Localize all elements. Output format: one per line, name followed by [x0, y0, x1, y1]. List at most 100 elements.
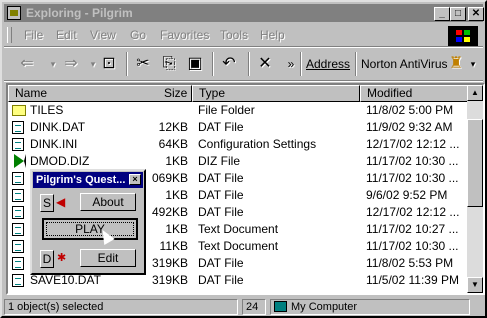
scroll-down-arrow-icon[interactable]: ▼	[467, 277, 483, 293]
file-icon	[12, 257, 24, 270]
file-type: Configuration Settings	[198, 137, 317, 151]
scroll-thumb[interactable]	[467, 119, 483, 207]
menu-favorites[interactable]: Favorites	[160, 28, 209, 42]
file-type: DAT File	[198, 171, 244, 185]
window-title: Exploring - Pilgrim	[26, 6, 133, 20]
file-type: DAT File	[198, 188, 244, 202]
file-icon	[12, 172, 24, 185]
cut-icon[interactable]: ✂	[132, 54, 154, 74]
status-bar: 1 object(s) selected 24 My Computer	[4, 298, 483, 316]
menu-go[interactable]: Go	[130, 28, 146, 42]
launcher-title-bar[interactable]: Pilgrim's Quest... ×	[33, 172, 143, 188]
file-size: 1KB	[165, 154, 188, 168]
file-name: DINK.INI	[30, 137, 78, 151]
file-row[interactable]: DINK.DAT 12KB DAT File 11/9/02 9:32 AM	[8, 119, 468, 136]
file-type: DAT File	[198, 120, 244, 134]
file-type: Text Document	[198, 222, 279, 236]
menu-help[interactable]: Help	[260, 28, 285, 42]
executable-icon	[14, 154, 26, 168]
up-folder-icon[interactable]: ⊡	[98, 54, 120, 74]
delete-icon[interactable]: ✕	[254, 54, 276, 74]
undo-icon[interactable]: ↶	[218, 54, 240, 74]
address-bar-label[interactable]: Address	[306, 57, 350, 71]
file-type: Text Document	[198, 239, 279, 253]
menu-tools[interactable]: Tools	[220, 28, 248, 42]
debug-icon: ✱	[57, 252, 67, 264]
debug-toggle-button[interactable]: D	[40, 250, 54, 268]
file-size: 069KB	[151, 171, 188, 185]
copy-icon[interactable]: ⎘	[158, 54, 180, 74]
file-modified: 11/8/02 5:00 PM	[366, 103, 454, 117]
status-selected: 1 object(s) selected	[4, 299, 238, 315]
menu-view[interactable]: View	[90, 28, 116, 42]
file-size: 1KB	[165, 188, 188, 202]
launcher-title: Pilgrim's Quest...	[36, 174, 126, 186]
maximize-button[interactable]: □	[450, 7, 466, 21]
back-arrow-icon[interactable]: ⇐	[16, 54, 38, 74]
my-computer-icon	[274, 301, 287, 312]
toolbar-separator-bottom	[4, 80, 483, 82]
file-modified: 11/17/02 10:30 ...	[366, 154, 459, 168]
file-size: 319KB	[151, 256, 188, 270]
file-row[interactable]: DINK.INI 64KB Configuration Settings 12/17/…	[8, 136, 468, 153]
file-modified: 12/17/02 12:12 ...	[366, 137, 460, 151]
file-type: DAT File	[198, 205, 244, 219]
status-location: My Computer	[270, 299, 470, 315]
file-modified: 11/8/02 5:53 PM	[366, 256, 454, 270]
toolbar-separator	[126, 52, 128, 76]
file-name: DINK.DAT	[30, 120, 86, 134]
toolbar-separator	[300, 52, 302, 76]
toolbar-separator	[248, 52, 250, 76]
norton-antivirus-button[interactable]: Norton AntiVirus	[361, 57, 448, 71]
toolbar-more-chevron[interactable]: »	[280, 54, 302, 74]
file-modified: 11/17/02 10:30 ...	[366, 171, 459, 185]
play-button[interactable]: PLAY	[42, 218, 138, 240]
file-size: 319KB	[151, 273, 188, 287]
file-modified: 11/17/02 10:30 ...	[366, 239, 459, 253]
forward-arrow-icon[interactable]: ⇒	[60, 54, 82, 74]
file-name: TILES	[30, 103, 64, 117]
file-icon	[12, 223, 24, 236]
file-size: 12KB	[158, 120, 188, 134]
paste-icon[interactable]: ▣	[184, 54, 206, 74]
column-header-modified[interactable]: Modified	[360, 85, 468, 102]
file-modified: 11/17/02 10:27 ...	[366, 222, 459, 236]
norton-dropdown-icon[interactable]: ▾	[462, 54, 484, 74]
pilgrims-quest-launcher: Pilgrim's Quest... × S ◀ About PLAY D ✱ …	[30, 169, 146, 275]
file-size: 1KB	[165, 222, 188, 236]
file-size: 492KB	[151, 205, 188, 219]
sound-toggle-button[interactable]: S	[40, 194, 54, 212]
toolbar: ⇐ ▾ ⇒ ▾ ⊡ ✂ ⎘ ▣ ↶ ✕ » Address Norton Ant…	[4, 48, 483, 80]
folder-icon	[12, 105, 26, 116]
windows-logo	[448, 26, 478, 46]
menu-file[interactable]: File	[24, 28, 43, 42]
file-icon	[12, 189, 24, 202]
column-header-type[interactable]: Type	[192, 85, 360, 102]
file-icon	[12, 274, 24, 287]
edit-button[interactable]: Edit	[80, 249, 136, 267]
file-modified: 11/9/02 9:32 AM	[366, 120, 453, 134]
file-icon	[12, 138, 24, 151]
file-icon	[12, 121, 24, 134]
menu-grip[interactable]	[7, 27, 12, 43]
launcher-close-button[interactable]: ×	[129, 174, 141, 185]
minimize-button[interactable]: _	[434, 7, 450, 21]
toolbar-separator	[212, 52, 214, 76]
vertical-scrollbar[interactable]: ▲ ▼	[467, 85, 483, 293]
file-modified: 12/17/02 12:12 ...	[366, 205, 460, 219]
file-row[interactable]: TILES File Folder 11/8/02 5:00 PM	[8, 102, 468, 119]
title-bar[interactable]: Exploring - Pilgrim _ □ ✕	[4, 4, 484, 22]
file-modified: 11/5/02 11:39 PM	[366, 273, 459, 287]
file-size: 11KB	[159, 239, 188, 253]
about-button[interactable]: About	[80, 193, 136, 211]
file-row[interactable]: DMOD.DIZ 1KB DIZ File 11/17/02 10:30 ...	[8, 153, 468, 170]
speaker-icon: ◀	[56, 195, 66, 209]
file-name: DMOD.DIZ	[30, 154, 90, 168]
toolbar-separator	[355, 52, 357, 76]
status-size: 24	[242, 299, 266, 315]
scroll-up-arrow-icon[interactable]: ▲	[467, 85, 483, 101]
explorer-icon	[7, 6, 21, 20]
column-header-size[interactable]: Size	[156, 85, 192, 102]
close-button[interactable]: ✕	[468, 7, 484, 21]
menu-edit[interactable]: Edit	[56, 28, 77, 42]
